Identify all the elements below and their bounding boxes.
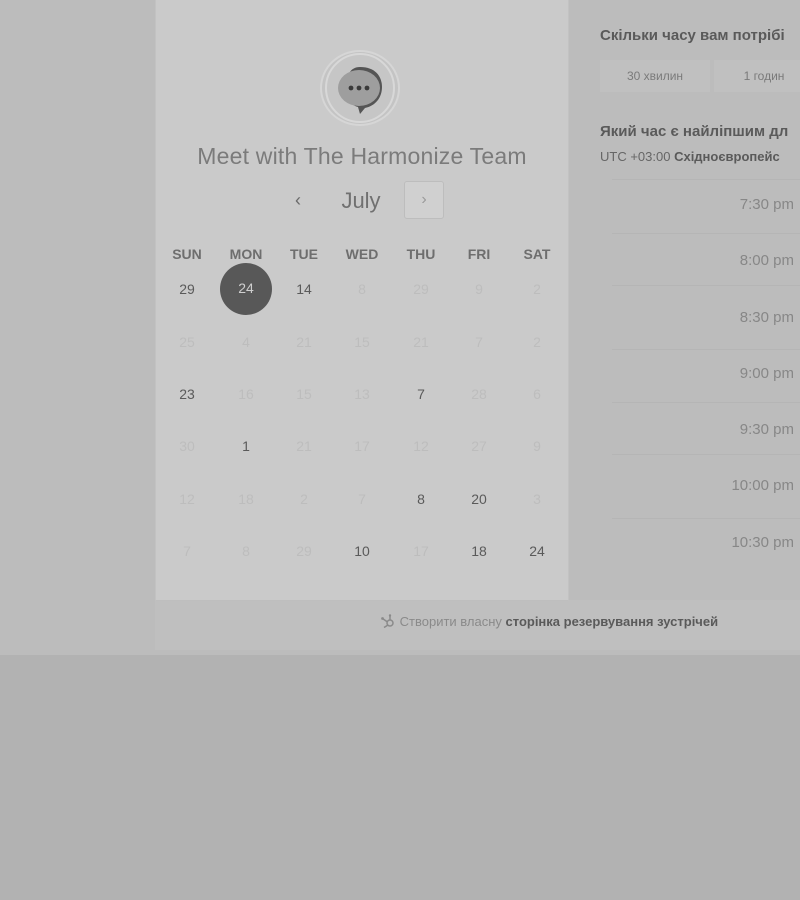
calendar-day[interactable]: 7 [392, 384, 450, 404]
calendar-day: 12 [179, 491, 195, 507]
calendar-card: Meet with The Harmonize Team ‹ July › SU… [155, 0, 569, 601]
calendar-day[interactable]: 8 [392, 489, 450, 509]
time-slot[interactable]: 10:30 pm [612, 521, 800, 565]
slot-divider [612, 402, 800, 403]
weekday-mon: MON [229, 246, 263, 262]
time-slot[interactable]: 9:00 pm [612, 352, 800, 396]
calendar-day: 2 [300, 491, 308, 507]
calendar-day: 9 [475, 281, 483, 297]
calendar-day: 7 [358, 491, 366, 507]
calendar-day[interactable]: 14 [275, 279, 333, 299]
calendar-day: 29 [413, 281, 429, 297]
calendar-day: 9 [533, 438, 541, 454]
slot-divider [612, 349, 800, 350]
slot-divider [612, 179, 800, 180]
time-slot[interactable]: 9:30 pm [612, 408, 800, 452]
time-slot[interactable]: 10:00 pm [612, 464, 800, 508]
calendar-day: 29 [296, 543, 312, 559]
weekday-wed: WED [345, 246, 379, 262]
weekday-thu: THU [406, 246, 436, 262]
timezone-selector[interactable]: UTC +03:00 Східноєвропейс [600, 149, 780, 164]
calendar-day[interactable]: 10 [333, 541, 391, 561]
chat-avatar-icon [322, 52, 398, 124]
next-month-button[interactable]: › [404, 181, 444, 219]
calendar-day: 2 [533, 281, 541, 297]
calendar-day: 7 [183, 543, 191, 559]
calendar-day: 16 [238, 386, 254, 402]
calendar-day[interactable]: 20 [450, 489, 508, 509]
prev-month-button[interactable]: ‹ [286, 186, 310, 214]
calendar-day: 18 [238, 491, 254, 507]
month-label: July [341, 188, 381, 213]
duration-question: Скільки часу вам потрібі [600, 27, 785, 44]
calendar-day: 7 [475, 334, 483, 350]
booking-page-link[interactable]: сторінка резервування зустрічей [506, 614, 719, 629]
timezone-offset: UTC +03:00 [600, 149, 671, 164]
weekday-tue: TUE [290, 246, 318, 262]
duration-option-30[interactable]: 30 хвилин [600, 60, 710, 92]
meeting-title: Meet with The Harmonize Team [197, 143, 527, 169]
calendar-day[interactable]: 23 [158, 384, 216, 404]
calendar-day: 17 [354, 438, 370, 454]
calendar-day: 13 [354, 386, 370, 402]
slot-divider [612, 233, 800, 234]
slot-divider [612, 518, 800, 519]
slot-divider [612, 285, 800, 286]
calendar-day: 8 [242, 543, 250, 559]
calendar-day: 4 [242, 334, 250, 350]
calendar-day: 28 [471, 386, 487, 402]
calendar-day: 21 [413, 334, 429, 350]
calendar-day: 6 [533, 386, 541, 402]
calendar-day: 25 [179, 334, 195, 350]
slot-divider [612, 454, 800, 455]
timezone-name: Східноєвропейс [674, 149, 780, 164]
calendar-day: 15 [296, 386, 312, 402]
calendar-day[interactable]: 29 [158, 279, 216, 299]
calendar-day: 15 [354, 334, 370, 350]
time-question: Який час є найліпшим дл [600, 123, 789, 140]
sprocket-icon [380, 614, 396, 629]
calendar-day: 21 [296, 334, 312, 350]
footer-promo: Створити власну сторінка резервування зу… [380, 614, 718, 629]
calendar-day: 17 [413, 543, 429, 559]
weekday-fri: FRI [467, 246, 491, 262]
calendar-day: 30 [179, 438, 195, 454]
calendar-day[interactable]: 1 [217, 436, 275, 456]
time-slot[interactable]: 7:30 pm [612, 183, 800, 227]
calendar-day: 12 [413, 438, 429, 454]
duration-option-60[interactable]: 1 годин [714, 60, 800, 92]
calendar-day: 3 [533, 491, 541, 507]
calendar-day: 21 [296, 438, 312, 454]
selected-day[interactable]: 24 [220, 263, 272, 315]
calendar-day: 8 [358, 281, 366, 297]
time-slot[interactable]: 8:00 pm [612, 239, 800, 283]
calendar-day: 27 [471, 438, 487, 454]
calendar-day: 2 [533, 334, 541, 350]
weekday-sat: SAT [523, 246, 551, 262]
calendar-day[interactable]: 24 [508, 541, 566, 561]
calendar-day[interactable]: 18 [450, 541, 508, 561]
weekday-sun: SUN [172, 246, 202, 262]
time-slot[interactable]: 8:30 pm [612, 296, 800, 340]
footer-prefix: Створити власну [399, 614, 502, 629]
